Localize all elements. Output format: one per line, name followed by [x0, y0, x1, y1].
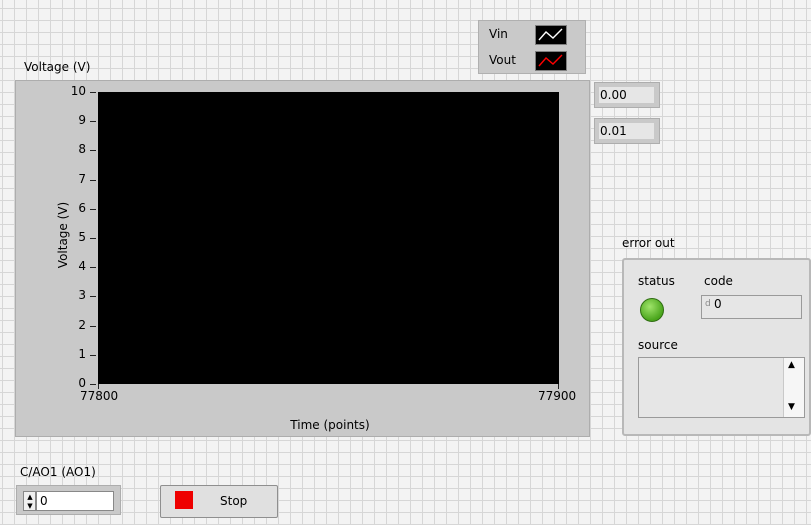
y-tick-mark — [90, 179, 96, 181]
decrement-arrow-icon[interactable]: ▼ — [25, 502, 35, 510]
y-tick-label: 10 — [70, 84, 86, 98]
y-tick-label: 1 — [78, 346, 86, 361]
stop-button-label: Stop — [220, 494, 248, 508]
graph-title: Voltage (V) — [24, 60, 91, 74]
scroll-down-icon[interactable]: ▼ — [788, 402, 795, 412]
legend-item-vin[interactable]: Vin — [479, 22, 585, 48]
x-axis-label: Time (points) — [290, 418, 370, 432]
ao1-value-input[interactable]: 0 — [36, 491, 114, 511]
legend-label: Vout — [489, 53, 516, 67]
line-sample-icon — [535, 51, 567, 71]
y-tick-label: 8 — [78, 142, 86, 157]
source-field[interactable] — [638, 357, 805, 418]
error-out-title: error out — [622, 236, 675, 250]
code-value: 0 — [714, 297, 722, 311]
x-tick-mark — [98, 384, 99, 389]
y-tick-mark — [90, 238, 96, 239]
plot-legend[interactable]: Vin Vout — [478, 20, 586, 74]
control-label: C/AO1 (AO1) — [20, 465, 96, 479]
y-tick-mark — [90, 296, 96, 298]
status-led-icon[interactable] — [640, 298, 664, 322]
plot-area[interactable] — [98, 92, 559, 384]
line-sample-icon — [535, 25, 567, 45]
y-tick-label: 4 — [78, 259, 86, 274]
y-tick-mark — [90, 121, 96, 123]
legend-label: Vin — [489, 27, 508, 41]
y-tick-mark — [90, 267, 96, 269]
y-tick-label: 0 — [78, 376, 86, 390]
y-tick-mark — [90, 354, 96, 356]
y-tick-mark — [90, 325, 96, 327]
y-tick-label: 9 — [78, 113, 86, 128]
source-label: source — [638, 338, 678, 352]
y-tick-mark — [90, 384, 96, 385]
x-tick-label: 77900 — [538, 389, 577, 403]
legend-item-vout[interactable]: Vout — [479, 48, 585, 74]
vout-value: 0.01 — [599, 123, 654, 139]
code-label: code — [704, 274, 733, 288]
y-tick-mark — [90, 92, 96, 93]
radix-indicator: d — [705, 299, 711, 309]
vin-value: 0.00 — [599, 87, 654, 103]
y-tick-label: 7 — [78, 171, 86, 186]
x-tick-mark — [558, 384, 559, 389]
y-tick-label: 3 — [78, 288, 86, 303]
y-tick-label: 2 — [78, 317, 86, 332]
y-tick-label: 6 — [78, 200, 86, 215]
scroll-up-icon[interactable]: ▲ — [788, 360, 795, 370]
vout-value-indicator: 0.01 — [594, 118, 660, 144]
vin-value-indicator: 0.00 — [594, 82, 660, 108]
y-tick-mark — [90, 150, 96, 152]
stop-square-icon — [175, 491, 193, 509]
increment-decrement-stepper[interactable]: ▲ ▼ — [23, 491, 36, 511]
y-tick-mark — [90, 208, 96, 210]
x-tick-label: 77800 — [80, 389, 119, 403]
status-label: status — [638, 274, 675, 288]
increment-arrow-icon[interactable]: ▲ — [25, 493, 35, 501]
y-tick-label: 5 — [78, 230, 86, 244]
